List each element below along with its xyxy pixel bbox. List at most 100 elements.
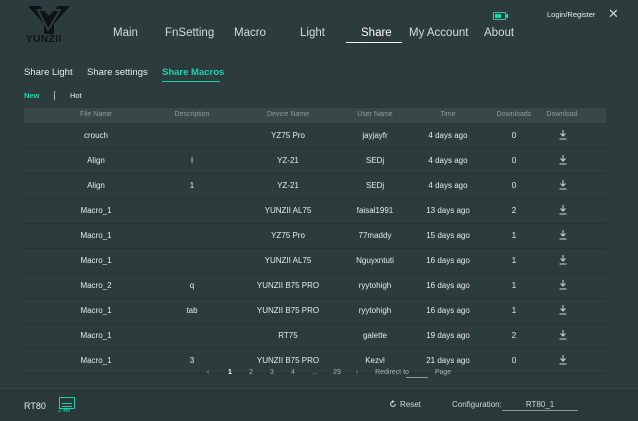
table-row: Macro_1 RT75 galette 19 days ago 2 — [24, 324, 606, 349]
cell-downloads: 2 — [511, 206, 517, 215]
battery-icon — [493, 12, 508, 20]
download-icon[interactable] — [558, 179, 568, 191]
configuration-select[interactable]: RT80_1 — [502, 400, 578, 411]
page-ellipsis: ... — [312, 369, 318, 376]
cell-file-name: Macro_1 — [80, 306, 112, 315]
page-3-button[interactable]: 3 — [267, 369, 277, 376]
cell-device-name: YZ75 Pro — [271, 131, 305, 140]
col-device-name: Device Name — [266, 111, 309, 118]
download-icon[interactable] — [558, 229, 568, 241]
nav-share[interactable]: Share — [361, 27, 392, 39]
download-icon[interactable] — [558, 154, 568, 166]
download-icon[interactable] — [558, 204, 568, 216]
cell-file-name: Macro_1 — [80, 231, 112, 240]
cell-description: 3 — [189, 356, 195, 365]
page-29-button[interactable]: 29 — [330, 369, 344, 376]
cell-downloads: 1 — [511, 256, 517, 265]
cell-user-name: faisal1991 — [356, 206, 394, 215]
tab-share-settings[interactable]: Share settings — [87, 67, 148, 78]
cell-downloads: 0 — [511, 181, 517, 190]
next-page-button[interactable]: › — [352, 369, 362, 376]
nav-main[interactable]: Main — [113, 27, 138, 39]
cell-device-name: YZ-21 — [277, 156, 299, 165]
cell-description: tab — [186, 306, 198, 315]
download-icon[interactable] — [558, 304, 568, 316]
cell-time: 16 days ago — [426, 306, 470, 315]
table-row: Align l YZ-21 SEDj 4 days ago 0 — [24, 149, 606, 174]
tab-share-light[interactable]: Share Light — [24, 67, 73, 78]
table-row: Align 1 YZ-21 SEDj 4 days ago 0 — [24, 174, 606, 199]
nav-fnsetting[interactable]: FnSetting — [165, 27, 214, 39]
cell-file-name: Macro_1 — [80, 356, 112, 365]
cell-downloads: 0 — [511, 156, 517, 165]
cell-downloads: 0 — [511, 356, 517, 365]
cell-file-name: Macro_1 — [80, 206, 112, 215]
page-4-button[interactable]: 4 — [288, 369, 298, 376]
download-icon[interactable] — [558, 329, 568, 341]
status-footer: RT80 2.4G Reset Configuration: RT80_1 — [0, 388, 638, 421]
col-time: Time — [440, 111, 456, 118]
cell-time: 4 days ago — [428, 181, 468, 190]
reset-label: Reset — [400, 400, 421, 409]
cell-file-name: Macro_1 — [80, 256, 112, 265]
cell-time: 15 days ago — [426, 231, 470, 240]
prev-page-button[interactable]: ‹ — [203, 369, 213, 376]
filter-new[interactable]: New — [24, 91, 39, 100]
cell-device-name: YUNZII B75 PRO — [256, 281, 320, 290]
cell-time: 16 days ago — [426, 281, 470, 290]
table-row: Macro_2 q YUNZII B75 PRO ryytohigh 16 days a… — [24, 274, 606, 299]
page-2-button[interactable]: 2 — [246, 369, 256, 376]
table-row: Macro_1 YZ75 Pro 77maddy 15 days ago 1 — [24, 224, 606, 249]
nav-about[interactable]: About — [484, 27, 514, 39]
cell-downloads: 0 — [511, 131, 517, 140]
cell-downloads: 1 — [511, 281, 517, 290]
nav-my-account[interactable]: My Account — [409, 27, 468, 39]
download-icon[interactable] — [558, 354, 568, 366]
cell-time: 16 days ago — [426, 256, 470, 265]
cell-user-name: ryytohigh — [358, 306, 392, 315]
reset-button[interactable]: Reset — [389, 400, 421, 409]
filter-divider — [54, 91, 55, 100]
nav-light[interactable]: Light — [300, 27, 325, 39]
cell-user-name: Nguyxntuti — [356, 256, 394, 265]
cell-downloads: 2 — [511, 331, 517, 340]
download-icon[interactable] — [558, 129, 568, 141]
cell-time: 19 days ago — [426, 331, 470, 340]
cell-description: 1 — [189, 181, 195, 190]
cell-user-name: 77maddy — [358, 231, 392, 240]
page-1-button[interactable]: 1 — [225, 369, 235, 376]
download-icon[interactable] — [558, 279, 568, 291]
device-name: RT80 — [24, 401, 46, 411]
table-row: Macro_1 YUNZII AL75 faisal1991 13 days ago 2 — [24, 199, 606, 224]
close-icon[interactable]: ✕ — [608, 7, 619, 20]
cell-device-name: YUNZII B75 PRO — [256, 356, 320, 365]
cell-user-name: ryytohigh — [358, 281, 392, 290]
cell-downloads: 1 — [511, 231, 517, 240]
cell-user-name: SEDj — [365, 156, 385, 165]
cell-user-name: Kezvl — [365, 356, 385, 365]
redirect-label: Redirect to — [375, 369, 409, 376]
col-user-name: User Name — [357, 111, 393, 118]
cell-device-name: YUNZII B75 PRO — [256, 306, 320, 315]
table-row: Macro_1 tab YUNZII B75 PRO ryytohigh 16 days… — [24, 299, 606, 324]
page-jump-input[interactable] — [406, 377, 428, 378]
page-label: Page — [434, 369, 452, 376]
brand-name: YUNZII — [26, 34, 62, 45]
tab-share-macros[interactable]: Share Macros — [162, 67, 224, 78]
filter-hot[interactable]: Hot — [70, 91, 82, 100]
cell-time: 21 days ago — [426, 356, 470, 365]
cell-user-name: SEDj — [365, 181, 385, 190]
login-register-link[interactable]: Login/Register — [547, 10, 595, 19]
connection-mode: 2.4G — [58, 408, 70, 414]
cell-file-name: Macro_2 — [80, 281, 112, 290]
cell-file-name: Macro_1 — [80, 331, 112, 340]
cell-user-name: jayjayfr — [362, 131, 388, 140]
reset-icon — [390, 400, 396, 407]
nav-macro[interactable]: Macro — [234, 27, 266, 39]
download-icon[interactable] — [558, 254, 568, 266]
cell-downloads: 1 — [511, 306, 517, 315]
col-download: Download — [546, 111, 578, 118]
cell-device-name: YZ-21 — [277, 181, 299, 190]
cell-description: q — [189, 281, 195, 290]
configuration-label: Configuration: — [452, 400, 502, 409]
